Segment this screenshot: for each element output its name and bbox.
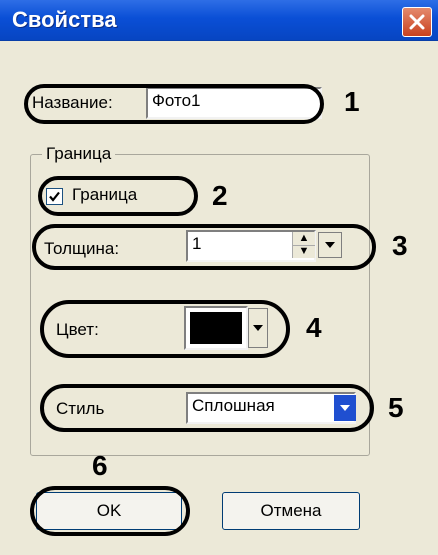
name-input[interactable]: Фото1 [146, 87, 322, 119]
style-select[interactable]: Сплошная [186, 392, 356, 424]
border-checkbox[interactable] [46, 188, 63, 205]
close-button[interactable] [402, 7, 432, 37]
arrow-down-icon[interactable]: ▼ [293, 246, 315, 259]
thickness-label: Толщина: [44, 239, 120, 258]
style-dropdown-button[interactable] [334, 395, 356, 421]
callout-number-1: 1 [344, 86, 360, 117]
style-label: Стиль [56, 399, 105, 418]
cancel-button[interactable]: Отмена [222, 492, 360, 530]
name-label: Название: [32, 93, 113, 112]
chevron-down-icon [340, 405, 350, 411]
callout-number-2: 2 [212, 180, 228, 211]
color-swatch [190, 312, 242, 344]
color-label: Цвет: [56, 320, 99, 339]
callout-number-5: 5 [388, 392, 404, 423]
callout-number-6: 6 [92, 450, 108, 481]
ok-button[interactable]: OK [36, 492, 182, 530]
border-checkbox-label: Граница [72, 185, 138, 204]
title-bar[interactable]: Свойства [0, 0, 438, 41]
arrow-up-icon[interactable]: ▲ [293, 232, 315, 246]
callout-number-4: 4 [306, 312, 322, 343]
color-swatch-box[interactable] [184, 306, 248, 350]
chevron-down-icon [253, 325, 263, 331]
close-icon [409, 14, 425, 30]
properties-dialog: Свойства Название: Фото1 1 Граница Грани… [0, 0, 438, 555]
border-group-legend: Граница [42, 144, 116, 164]
checkmark-icon [49, 191, 60, 202]
window-title: Свойства [12, 7, 117, 32]
chevron-down-icon [325, 242, 335, 248]
color-dropdown-button[interactable] [248, 308, 268, 348]
thickness-dropdown-button[interactable] [318, 232, 342, 258]
callout-number-3: 3 [392, 230, 408, 261]
thickness-spinner[interactable]: ▲ ▼ [292, 232, 315, 258]
